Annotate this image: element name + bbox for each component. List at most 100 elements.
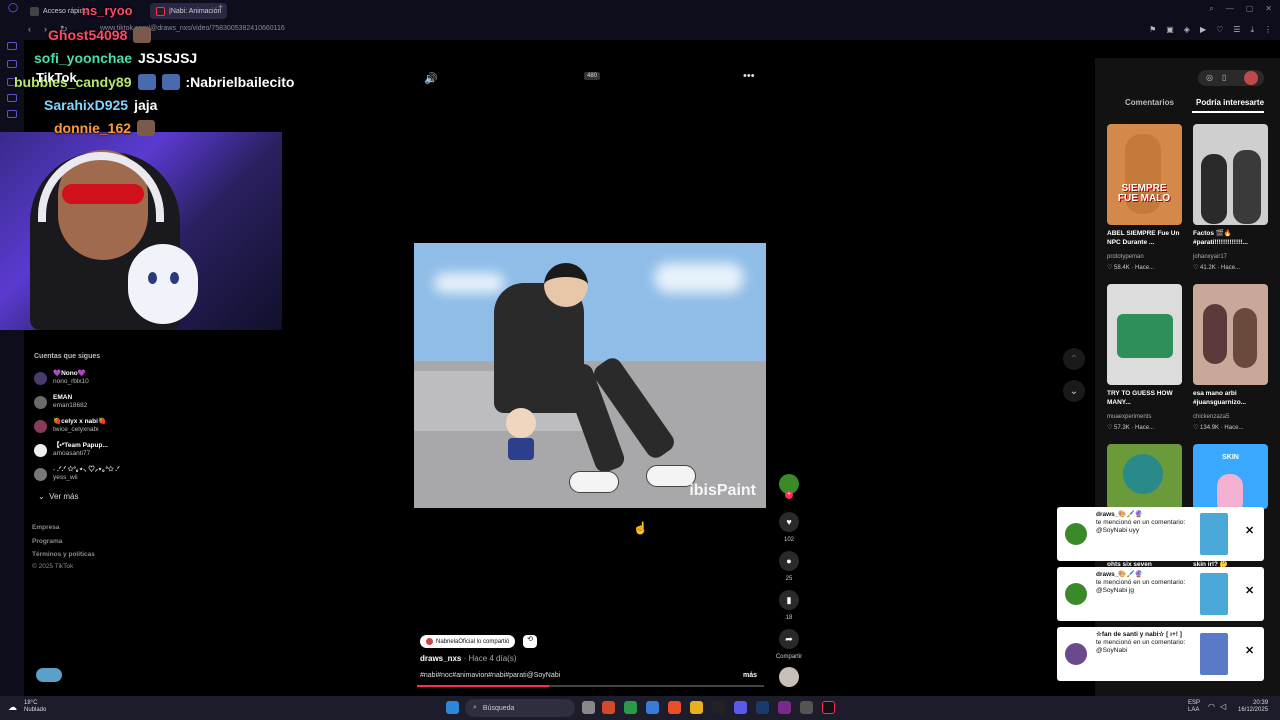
obs-icon[interactable]: [800, 701, 813, 714]
notification-card[interactable]: ☆fan de santi y nabi☆ [ ı+! ] te mencionó…: [1057, 627, 1264, 681]
video-title[interactable]: ABEL SIEMPRE Fue Un NPC Durante ...: [1107, 230, 1185, 247]
profile-avatar[interactable]: [1244, 71, 1258, 85]
footer-link[interactable]: Términos y políticas: [32, 551, 95, 558]
following-account[interactable]: 💜Nono💜 nono_rblx10: [34, 370, 89, 386]
chevron-down-icon: ⌄: [1069, 385, 1079, 397]
minimize-icon[interactable]: —: [1226, 4, 1234, 14]
video-title[interactable]: Factos 🎬🔥 #parati!!!!!!!!!!!!!...: [1193, 230, 1271, 247]
more-options-icon[interactable]: •••: [743, 70, 755, 82]
footer-link[interactable]: Empresa: [32, 524, 59, 531]
see-more-link[interactable]: ⌄ Ver más: [38, 492, 79, 501]
more-icon[interactable]: ⋮: [1264, 25, 1272, 35]
close-icon[interactable]: ✕: [1265, 4, 1272, 14]
video-stat: ♡ 134.9K · Hace...: [1193, 425, 1244, 431]
video-stat: ♡ 41.2K · Hace...: [1193, 265, 1241, 271]
following-account[interactable]: 【•*Team Papup... amoasanti77: [34, 442, 108, 458]
capcut-icon[interactable]: [712, 701, 725, 714]
compass-icon[interactable]: ◎: [1206, 73, 1213, 82]
play-icon[interactable]: ▶: [1200, 25, 1206, 35]
more-button[interactable]: más: [743, 672, 757, 679]
tiktok-logo[interactable]: TikTok: [36, 70, 77, 85]
start-icon[interactable]: [446, 701, 459, 714]
video-frame[interactable]: ibisPaint: [414, 243, 766, 508]
taskbar-search[interactable]: ⌕ Búsqueda: [465, 699, 575, 717]
video-user[interactable]: johanxyair17: [1193, 254, 1227, 260]
tab-comments[interactable]: Comentarios: [1125, 98, 1174, 107]
folder-icon[interactable]: [690, 701, 703, 714]
vscode-icon[interactable]: [646, 701, 659, 714]
video-user[interactable]: muaexperiments: [1107, 414, 1151, 420]
tiktok-icon[interactable]: [822, 701, 835, 714]
new-tab-icon[interactable]: +: [218, 2, 223, 12]
avatar: [34, 371, 47, 385]
thumbnail-figure: [1217, 474, 1243, 509]
discord-icon[interactable]: [734, 701, 747, 714]
repost-icon[interactable]: ⟲: [523, 635, 537, 648]
maximize-icon[interactable]: ▢: [1246, 4, 1254, 14]
scroll-up-button[interactable]: ⌃: [1063, 348, 1085, 370]
tab-recommended[interactable]: Podría interesarte: [1196, 98, 1264, 107]
save-button[interactable]: ▮: [779, 590, 799, 610]
sidebar-icon[interactable]: [7, 60, 17, 68]
notification-card[interactable]: draws_🎨🖌️🔮 te mencionó en un comentario: …: [1057, 507, 1264, 561]
video-user[interactable]: chickenzaza5: [1193, 414, 1229, 420]
volume-icon[interactable]: ◁: [1220, 702, 1226, 711]
close-icon[interactable]: ✕: [1245, 644, 1254, 657]
video-thumbnail[interactable]: SKIN: [1193, 444, 1268, 509]
app-icon[interactable]: [602, 701, 615, 714]
opera-gx-icon[interactable]: [778, 701, 791, 714]
video-thumbnail[interactable]: SIEMPRE FUE MALO: [1107, 124, 1182, 225]
wifi-icon[interactable]: ◠: [1208, 702, 1215, 711]
quality-badge[interactable]: 480: [584, 72, 601, 80]
following-account[interactable]: 🍓celyx x nabi🍓 twice_celyxnabi: [34, 418, 106, 434]
video-thumbnail[interactable]: [1193, 284, 1268, 385]
weather-widget[interactable]: 18°C Nublado: [24, 700, 46, 714]
video-tags[interactable]: #nabi#noc#animavion#nabi#parati@SoyNabi: [420, 672, 560, 679]
bookmark-icon[interactable]: ⚑: [1149, 25, 1156, 35]
phone-icon[interactable]: ▯: [1222, 73, 1226, 82]
menu-icon[interactable]: ☰: [1233, 25, 1240, 35]
footer-link[interactable]: Programa: [32, 538, 62, 545]
xbox-icon[interactable]: [624, 701, 637, 714]
download-icon[interactable]: ⤓: [1250, 25, 1254, 35]
streamer-webcam: [0, 132, 282, 330]
follow-plus-icon[interactable]: +: [785, 491, 793, 499]
sidebar-icon[interactable]: [7, 110, 17, 118]
following-account[interactable]: EMAN eman18682: [34, 394, 87, 410]
video-thumbnail[interactable]: [1107, 444, 1182, 509]
heart-icon[interactable]: ♡: [1216, 25, 1223, 35]
forward-icon[interactable]: ›: [44, 24, 47, 34]
toggle-switch[interactable]: [36, 668, 62, 682]
volume-icon[interactable]: 🔊: [424, 72, 438, 85]
camera-icon[interactable]: ▣: [1166, 25, 1174, 35]
video-title[interactable]: esa mano arbi #juansguarnizo...: [1193, 390, 1271, 407]
chat-line: sofi_yoonchae JSJSJSJ: [34, 50, 197, 66]
video-progress[interactable]: [417, 685, 764, 687]
like-button[interactable]: ♥: [779, 512, 799, 532]
search-icon[interactable]: ⌕: [1209, 4, 1213, 14]
shield-icon[interactable]: ◈: [1184, 25, 1190, 35]
video-title[interactable]: TRY TO GUESS HOW MANY...: [1107, 390, 1185, 407]
tab-tiktok[interactable]: |Nabi: Animación: [150, 3, 228, 19]
sidebar-icon[interactable]: [7, 42, 17, 50]
steam-icon[interactable]: [756, 701, 769, 714]
comment-button[interactable]: ●: [779, 551, 799, 571]
video-user[interactable]: prototypeman: [1107, 254, 1144, 260]
notification-card[interactable]: draws_🎨🖌️🔮 te mencionó en un comentario: …: [1057, 567, 1264, 621]
scroll-down-button[interactable]: ⌄: [1063, 380, 1085, 402]
share-button[interactable]: ➦: [779, 629, 799, 649]
clock[interactable]: 20:39 16/12/2025: [1238, 700, 1268, 714]
video-thumbnail[interactable]: [1193, 124, 1268, 225]
video-thumbnail[interactable]: [1107, 284, 1182, 385]
task-view-icon[interactable]: [582, 701, 595, 714]
back-icon[interactable]: ‹: [28, 24, 31, 34]
following-account[interactable]: ˖ .ᐟ.ᐟ ✩°｡⋆⸜ ♡⸝⋆｡°✩ .ᐟ yess_wii: [34, 466, 120, 482]
sidebar-icon[interactable]: [7, 94, 17, 102]
sound-disc[interactable]: [779, 667, 799, 687]
language-indicator[interactable]: ESP LAA: [1188, 700, 1200, 714]
video-author[interactable]: draws_nxs · Hace 4 día(s): [420, 654, 517, 663]
repost-badge[interactable]: NabrielaOficial lo compartió: [420, 635, 516, 648]
close-icon[interactable]: ✕: [1245, 524, 1254, 537]
brave-icon[interactable]: [668, 701, 681, 714]
close-icon[interactable]: ✕: [1245, 584, 1254, 597]
